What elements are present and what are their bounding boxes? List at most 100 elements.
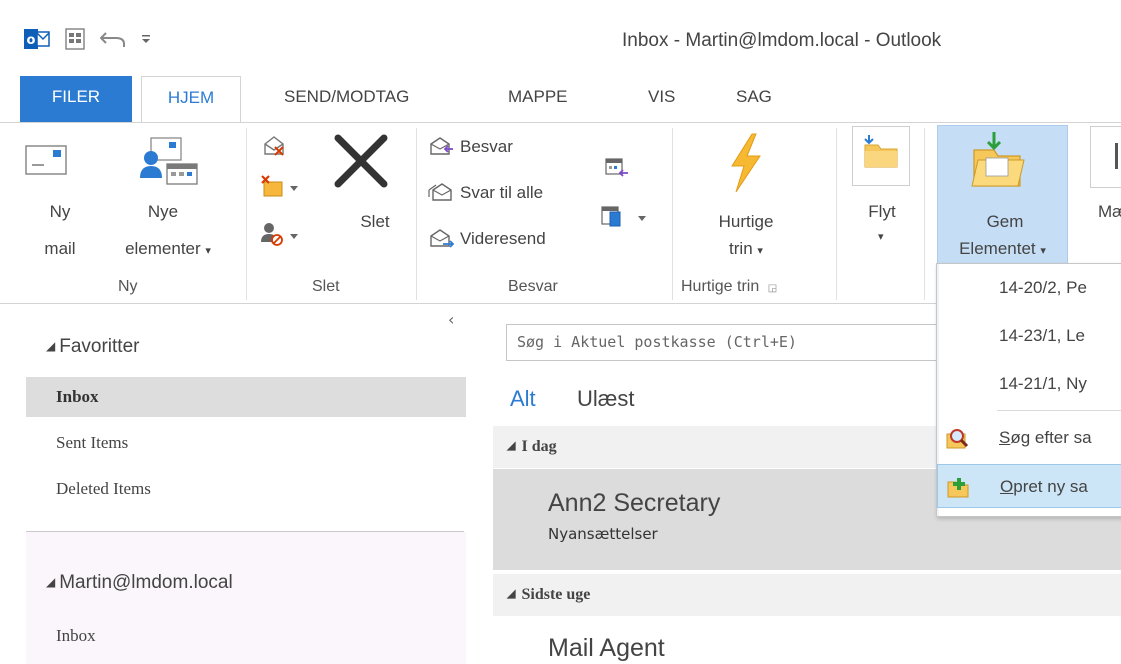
tab-mappe[interactable]: MAPPE — [494, 76, 582, 123]
group-header-label: Sidste uge — [521, 586, 591, 603]
tab-send-modtag[interactable]: SEND/MODTAG — [270, 76, 423, 123]
save-item-label-1: Gem — [986, 212, 1024, 231]
collapse-triangle-icon: ◢ — [507, 588, 516, 600]
cleanup-icon — [261, 175, 298, 197]
mail-subject: Nyansættelser — [548, 525, 658, 543]
group-label-slet: Slet — [312, 278, 340, 295]
reply-all-button[interactable]: Svar til alle — [428, 182, 543, 204]
new-items-label-text: elementer — [125, 239, 201, 258]
new-mail-label-2: mail — [44, 239, 76, 258]
move-button[interactable] — [852, 126, 910, 186]
folder-item-inbox-favorite[interactable]: Inbox — [26, 377, 466, 417]
mail-item[interactable]: Mail Agent — [493, 616, 1121, 664]
save-item-dropdown-menu: 14-20/2, Pe 14-23/1, Le 14-21/1, Ny Søg … — [936, 263, 1121, 517]
new-mail-label-1: Ny — [49, 202, 71, 221]
new-items-label-2: elementer ▾ — [125, 239, 211, 258]
collapse-triangle-icon: ◢ — [507, 440, 516, 452]
account-label: Martin@lmdom.local — [59, 572, 233, 593]
dialog-launcher-icon[interactable]: ◲ — [768, 283, 777, 294]
search-case-accel: S — [999, 428, 1011, 447]
new-items-button[interactable] — [137, 134, 199, 191]
customize-qat-icon[interactable] — [140, 25, 152, 53]
recent-case-item[interactable]: 14-23/1, Le — [937, 314, 1121, 358]
quick-steps-label-1: Hurtige — [718, 212, 774, 231]
group-label-ny: Ny — [118, 278, 138, 295]
more-reply-icon — [601, 206, 646, 227]
folder-item-deleted-items[interactable]: Deleted Items — [26, 469, 466, 509]
reply-all-icon — [428, 183, 452, 201]
tab-hjem[interactable]: HJEM — [141, 76, 241, 124]
save-item-label-2: Elementet ▾ — [959, 239, 1046, 258]
ribbon-group-separator — [924, 128, 925, 300]
delete-button[interactable] — [332, 132, 390, 195]
group-header-label: I dag — [521, 438, 557, 455]
ignore-button[interactable] — [262, 134, 286, 163]
svg-text:o: o — [27, 33, 36, 48]
tab-vis[interactable]: VIS — [634, 76, 689, 123]
forward-button[interactable]: Videresend — [428, 228, 546, 250]
save-folder-icon — [971, 132, 1025, 187]
meeting-reply-icon — [605, 158, 628, 177]
tab-filer[interactable]: FILER — [20, 76, 132, 123]
title-bar: o Inbox - Martin@lmdom.local - Outlook — [0, 0, 1121, 76]
ribbon-group-separator — [246, 128, 247, 300]
delete-label: Slet — [360, 212, 390, 231]
account-header[interactable]: ◢ Martin@lmdom.local — [46, 572, 233, 594]
send-receive-icon[interactable] — [64, 25, 86, 53]
cut-off-ribbon-button[interactable] — [1090, 126, 1121, 188]
group-header-last-week[interactable]: ◢ Sidste uge — [493, 574, 1121, 616]
menu-separator — [997, 410, 1121, 411]
group-label-besvar: Besvar — [508, 278, 558, 295]
collapse-folder-pane-icon[interactable]: ‹ — [448, 310, 454, 329]
folder-item-inbox-account[interactable]: Inbox — [26, 616, 466, 656]
meeting-reply-button[interactable] — [604, 156, 630, 185]
filter-unread-button[interactable]: Ulæst — [577, 386, 634, 412]
search-input[interactable]: Søg i Aktuel postkasse (Ctrl+E) — [506, 324, 946, 361]
ribbon-group-separator — [416, 128, 417, 300]
reply-button[interactable]: Besvar — [428, 136, 513, 158]
search-case-icon — [946, 429, 969, 449]
folder-pane: ‹ ◢ Favoritter Inbox Sent Items Deleted I… — [0, 304, 477, 664]
quick-access-toolbar: o — [24, 24, 152, 54]
junk-button[interactable] — [260, 220, 302, 253]
more-reply-button[interactable] — [600, 204, 650, 235]
cut-off-ribbon-icon — [1115, 143, 1118, 169]
create-case-accel: O — [1000, 477, 1014, 496]
create-case-label: pret ny sa — [1013, 477, 1088, 496]
group-label-hurtige-text: Hurtige trin — [681, 278, 760, 295]
expand-triangle-icon: ◢ — [46, 575, 56, 589]
ribbon-group-separator — [836, 128, 837, 300]
undo-icon[interactable] — [100, 25, 126, 53]
delete-x-icon — [334, 134, 388, 188]
envelope-icon — [25, 145, 67, 175]
recent-case-item[interactable]: 14-20/2, Pe — [937, 266, 1121, 310]
expand-triangle-icon: ◢ — [46, 339, 56, 353]
mail-sender: Mail Agent — [548, 634, 665, 662]
favorites-header[interactable]: ◢ Favoritter — [46, 336, 139, 358]
ribbon-tabs: FILER HJEM SEND/MODTAG MAPPE VIS SAG — [0, 76, 1121, 124]
reply-icon — [430, 137, 453, 155]
window-title: Inbox - Martin@lmdom.local - Outlook — [622, 30, 942, 51]
save-item-label-text: Elementet — [959, 239, 1036, 258]
move-label: Flyt — [868, 202, 896, 221]
quick-steps-button[interactable] — [722, 132, 768, 199]
cleanup-button[interactable] — [260, 172, 302, 205]
tab-sag[interactable]: SAG — [722, 76, 786, 123]
move-dropdown-arrow[interactable]: ▾ — [878, 230, 884, 243]
filter-all-button[interactable]: Alt — [510, 386, 536, 412]
outlook-app-icon[interactable]: o — [24, 25, 50, 53]
folder-item-sent-items[interactable]: Sent Items — [26, 423, 466, 463]
forward-label: Videresend — [460, 229, 546, 248]
new-mail-button[interactable] — [24, 140, 68, 185]
create-case-item[interactable]: Opret ny sa — [937, 464, 1121, 508]
save-item-button[interactable] — [968, 130, 1028, 197]
quick-steps-label-text: trin — [729, 239, 753, 258]
new-items-label-1: Nye — [147, 202, 179, 221]
move-folder-icon — [864, 135, 898, 168]
favorites-label: Favoritter — [59, 336, 140, 357]
lightning-icon — [731, 133, 761, 193]
search-case-item[interactable]: Søg efter sa — [937, 416, 1121, 460]
reply-all-label: Svar til alle — [460, 183, 544, 202]
recent-case-item[interactable]: 14-21/1, Ny — [937, 362, 1121, 406]
reply-label: Besvar — [460, 137, 513, 156]
